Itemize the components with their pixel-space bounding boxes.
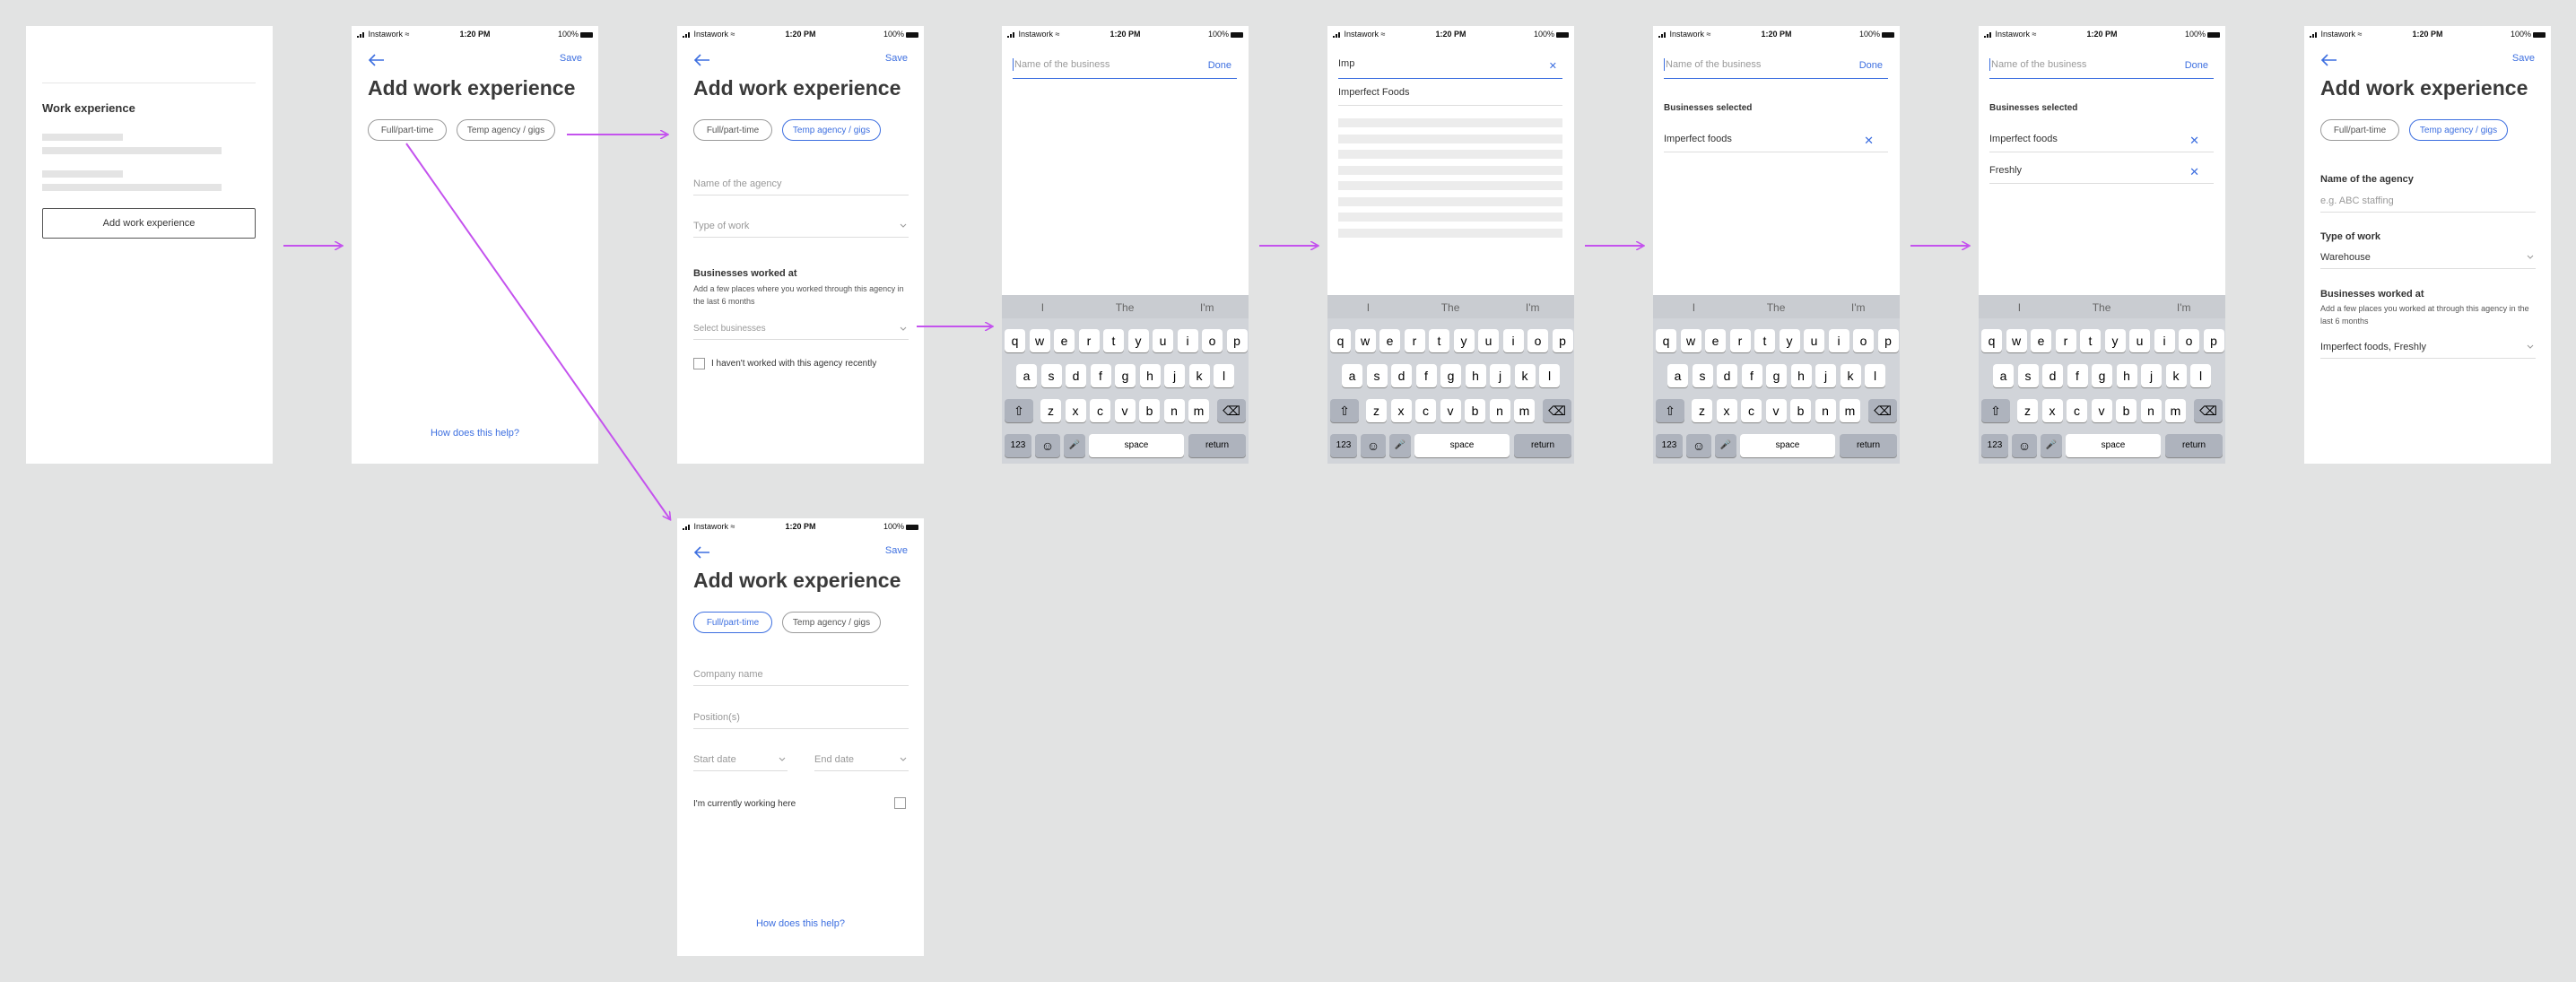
flow-arrow: [405, 143, 670, 519]
flow-arrows: [283, 0, 2576, 982]
